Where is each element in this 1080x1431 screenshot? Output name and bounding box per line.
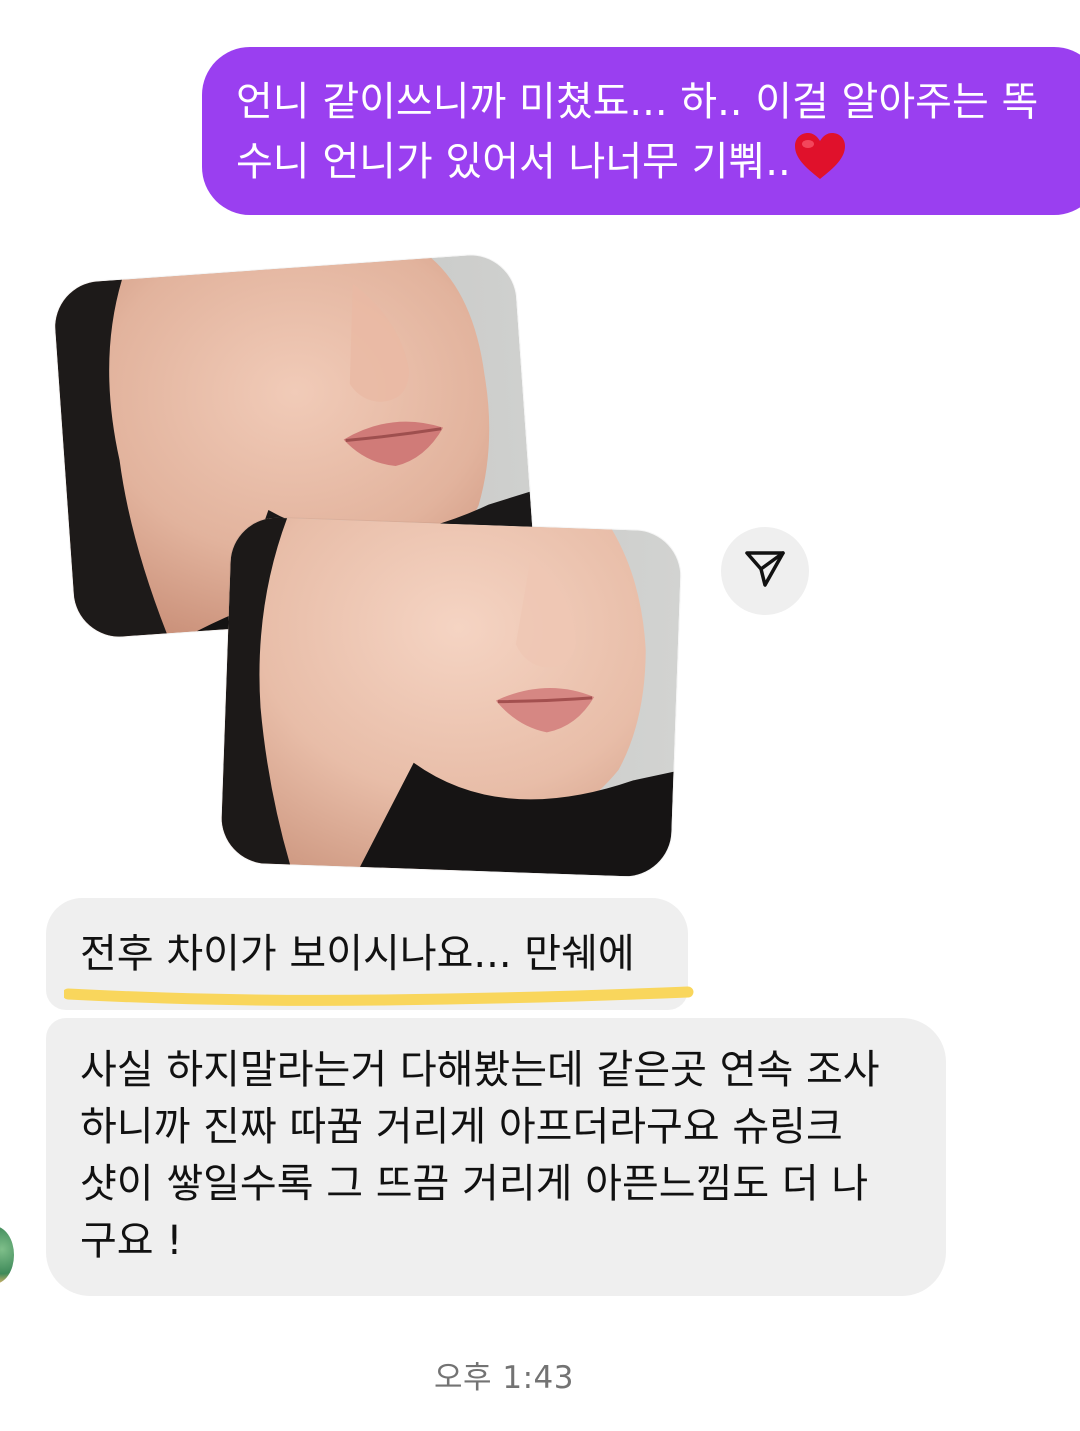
- incoming-message-text-1: 전후 차이가 보이시나요... 만쉐에: [80, 931, 635, 977]
- chat-screen: 언니 같이쓰니까 미쳤됴... 하.. 이걸 알아주는 똑 수니 언니가 있어서…: [0, 0, 1080, 1431]
- heart-emoji-icon: [793, 131, 847, 197]
- message-timestamp: 오후 1:43: [433, 1360, 574, 1396]
- send-icon: [743, 547, 787, 595]
- incoming-message-line-2: 하니까 진짜 따꿈 거리게 아프더라구요 슈링크: [80, 1104, 843, 1150]
- incoming-message-line-3: 샷이 쌓일수록 그 뜨끔 거리게 아픈느낌도 더 나: [80, 1161, 869, 1207]
- incoming-message-bubble-2[interactable]: 사실 하지말라는거 다해봤는데 같은곳 연속 조사 하니까 진짜 따꿈 거리게 …: [46, 1018, 946, 1296]
- incoming-message-line-4: 구요 !: [80, 1218, 183, 1264]
- outgoing-message-bubble[interactable]: 언니 같이쓰니까 미쳤됴... 하.. 이걸 알아주는 똑 수니 언니가 있어서…: [202, 47, 1080, 215]
- incoming-message-line-1: 사실 하지말라는거 다해봤는데 같은곳 연속 조사: [80, 1047, 880, 1093]
- outgoing-message-line-2-text: 수니 언니가 있어서 나너무 기뿨..: [236, 139, 791, 185]
- outgoing-message-line-2: 수니 언니가 있어서 나너무 기뿨..: [236, 131, 1072, 197]
- sender-avatar[interactable]: [0, 1226, 14, 1284]
- send-share-button[interactable]: [721, 527, 809, 615]
- face-photo-after[interactable]: [220, 516, 682, 878]
- outgoing-message-line-1: 언니 같이쓰니까 미쳤됴... 하.. 이걸 알아주는 똑: [236, 79, 1039, 125]
- incoming-message-bubble-1[interactable]: 전후 차이가 보이시나요... 만쉐에: [46, 898, 688, 1010]
